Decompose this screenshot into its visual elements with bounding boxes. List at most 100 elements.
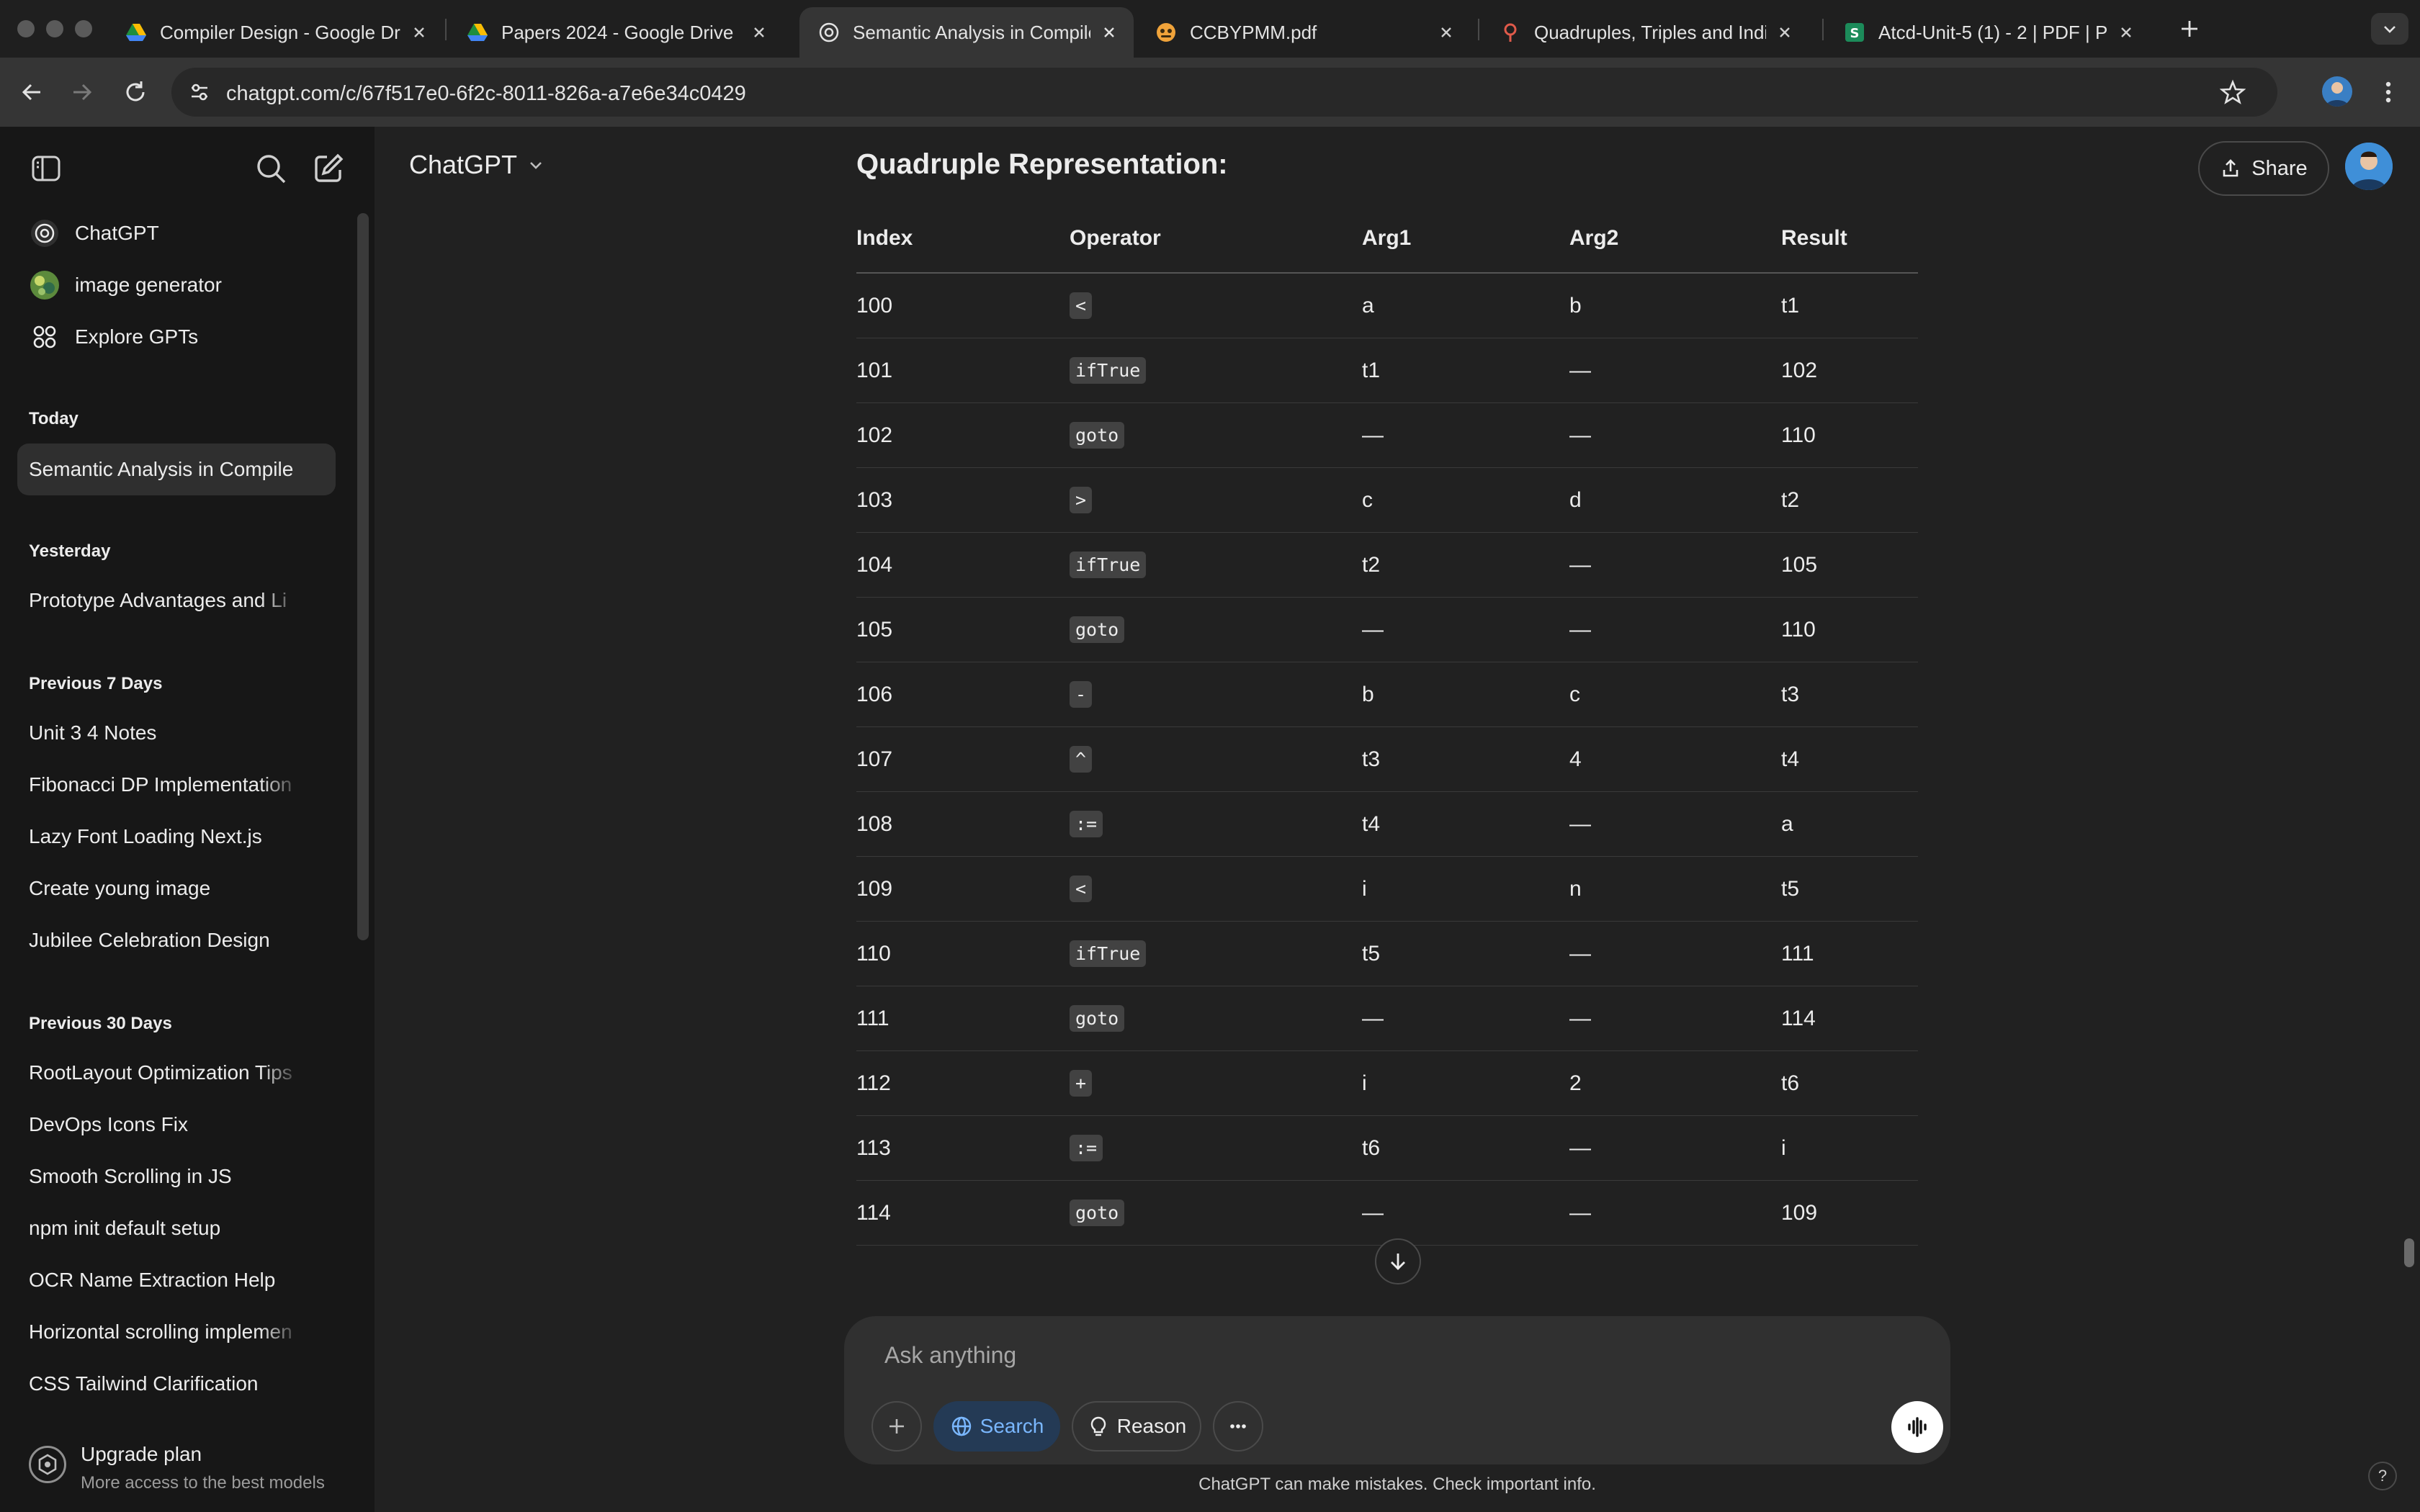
close-icon[interactable]	[2118, 24, 2135, 41]
cell-text: 107	[856, 747, 893, 771]
table-cell: 108	[856, 792, 892, 856]
operator-code: <	[1070, 292, 1093, 319]
table-cell: —	[1569, 922, 1591, 986]
forward-icon[interactable]	[68, 78, 97, 107]
cell-text: 104	[856, 552, 893, 577]
close-icon[interactable]	[1776, 24, 1793, 41]
cell-text: —	[1362, 1006, 1384, 1030]
sidebar-item-explore-gpts[interactable]: Explore GPTs	[17, 311, 336, 363]
new-chat-icon[interactable]	[311, 151, 346, 186]
window-minimize-button[interactable]	[46, 20, 63, 37]
table-cell: —	[1569, 403, 1591, 467]
sidebar-scrollbar[interactable]	[357, 213, 369, 940]
cell-text: —	[1569, 811, 1591, 836]
chat-history-item[interactable]: Prototype Advantages and Li	[29, 589, 302, 612]
table-cell: :=	[1070, 792, 1103, 856]
message-composer: Ask anything Search Reason	[844, 1316, 1950, 1464]
search-toggle-button[interactable]: Search	[933, 1401, 1060, 1452]
share-label: Share	[2251, 156, 2308, 180]
cell-text: 103	[856, 487, 893, 512]
cell-text: i	[1362, 1071, 1367, 1095]
window-zoom-button[interactable]	[75, 20, 92, 37]
table-row: 102 goto — — 110	[856, 403, 1918, 468]
message-input[interactable]: Ask anything	[884, 1342, 1016, 1369]
chat-history-item-active[interactable]: Semantic Analysis in Compile	[17, 444, 336, 495]
table-cell: 109	[1781, 1181, 1817, 1245]
chat-history-item[interactable]: Horizontal scrolling implemen	[29, 1320, 302, 1344]
chat-history-item[interactable]: npm init default setup	[29, 1217, 302, 1240]
close-icon[interactable]	[750, 24, 768, 41]
bookmark-star-icon[interactable]	[2220, 79, 2246, 105]
tab-search-button[interactable]	[2371, 13, 2408, 45]
sidebar-toggle-icon[interactable]	[29, 151, 63, 186]
table-cell: —	[1362, 986, 1384, 1050]
address-bar[interactable]: chatgpt.com/c/67f517e0-6f2c-8011-826a-a7…	[171, 68, 2277, 117]
chat-history-item[interactable]: OCR Name Extraction Help	[29, 1269, 302, 1292]
site-info-icon[interactable]	[187, 80, 212, 104]
help-button[interactable]: ?	[2368, 1462, 2397, 1490]
table-cell: :=	[1070, 1116, 1103, 1180]
main-scrollbar[interactable]	[2404, 1238, 2414, 1267]
operator-code: ifTrue	[1070, 357, 1147, 384]
sidebar-item-image-generator[interactable]: image generator	[17, 259, 336, 311]
table-cell: 110	[1781, 598, 1816, 662]
browser-toolbar: chatgpt.com/c/67f517e0-6f2c-8011-826a-a7…	[0, 58, 2420, 127]
cell-text: t4	[1362, 811, 1381, 836]
reload-icon[interactable]	[121, 78, 150, 107]
browser-tab[interactable]: Quadruples, Triples and Indire	[1481, 7, 1809, 58]
browser-tab[interactable]: CCBYPMM.pdf	[1137, 7, 1471, 58]
kebab-menu-icon[interactable]	[2374, 78, 2403, 107]
browser-tab[interactable]: S Atcd-Unit-5 (1) - 2 | PDF | Pro	[1825, 7, 2151, 58]
cell-text: t3	[1781, 682, 1800, 706]
cell-text: t4	[1781, 747, 1800, 771]
cell-text: t1	[1781, 293, 1800, 318]
chat-history-item[interactable]: RootLayout Optimization Tips	[29, 1061, 302, 1084]
new-tab-icon[interactable]	[2178, 17, 2201, 40]
operator-code: :=	[1070, 811, 1103, 837]
cell-text: 112	[856, 1071, 891, 1095]
chat-history-item[interactable]: DevOps Icons Fix	[29, 1113, 302, 1136]
table-row: 104 ifTrue t2 — 105	[856, 533, 1918, 598]
close-icon[interactable]	[1101, 24, 1118, 41]
sidebar-item-chatgpt[interactable]: ChatGPT	[17, 207, 336, 259]
more-tools-button[interactable]	[1213, 1401, 1263, 1452]
cell-text: 105	[1781, 552, 1818, 577]
upgrade-plan-button[interactable]: Upgrade plan More access to the best mod…	[17, 1430, 356, 1502]
plus-icon	[889, 1419, 904, 1434]
browser-tab-active[interactable]: Semantic Analysis in Compile	[799, 7, 1134, 58]
table-cell: t5	[1781, 857, 1799, 921]
chat-history-item[interactable]: Create young image	[29, 877, 302, 900]
cell-text: 110	[856, 941, 891, 966]
user-avatar[interactable]	[2345, 143, 2393, 190]
chat-history-item[interactable]: Lazy Font Loading Next.js	[29, 825, 302, 848]
back-icon[interactable]	[17, 78, 46, 107]
chat-history-item[interactable]: Fibonacci DP Implementation	[29, 773, 302, 796]
chat-history-item[interactable]: CSS Tailwind Clarification	[29, 1372, 302, 1395]
close-icon[interactable]	[411, 24, 428, 41]
profile-avatar[interactable]	[2322, 76, 2352, 107]
scroll-to-bottom-button[interactable]	[1375, 1238, 1421, 1284]
chevron-down-icon	[530, 162, 542, 169]
table-row: 114 goto — — 109	[856, 1181, 1918, 1246]
cell-text: —	[1569, 552, 1591, 577]
grid-icon	[33, 325, 56, 348]
chat-history-item[interactable]: Smooth Scrolling in JS	[29, 1165, 302, 1188]
browser-tab[interactable]: Papers 2024 - Google Drive	[448, 7, 784, 58]
model-selector[interactable]: ChatGPT	[409, 150, 546, 180]
browser-tab[interactable]: Compiler Design - Google Dri	[107, 7, 444, 58]
voice-mode-button[interactable]	[1891, 1401, 1943, 1453]
close-icon[interactable]	[1438, 24, 1455, 41]
chat-history-item[interactable]: Jubilee Celebration Design	[29, 929, 302, 952]
attach-button[interactable]	[871, 1401, 922, 1452]
reason-button[interactable]: Reason	[1072, 1401, 1201, 1452]
share-button[interactable]: Share	[2198, 141, 2329, 196]
sidebar: ChatGPT image generator Explore GPTs Tod…	[0, 127, 375, 1512]
window-close-button[interactable]	[17, 20, 35, 37]
chat-history-item[interactable]: Unit 3 4 Notes	[29, 721, 302, 744]
search-icon[interactable]	[254, 151, 288, 186]
cell-text: —	[1569, 423, 1591, 447]
upgrade-title: Upgrade plan	[81, 1443, 202, 1465]
table-cell: —	[1362, 1181, 1384, 1245]
table-cell: t3	[1362, 727, 1380, 791]
table-cell: ifTrue	[1070, 338, 1147, 402]
